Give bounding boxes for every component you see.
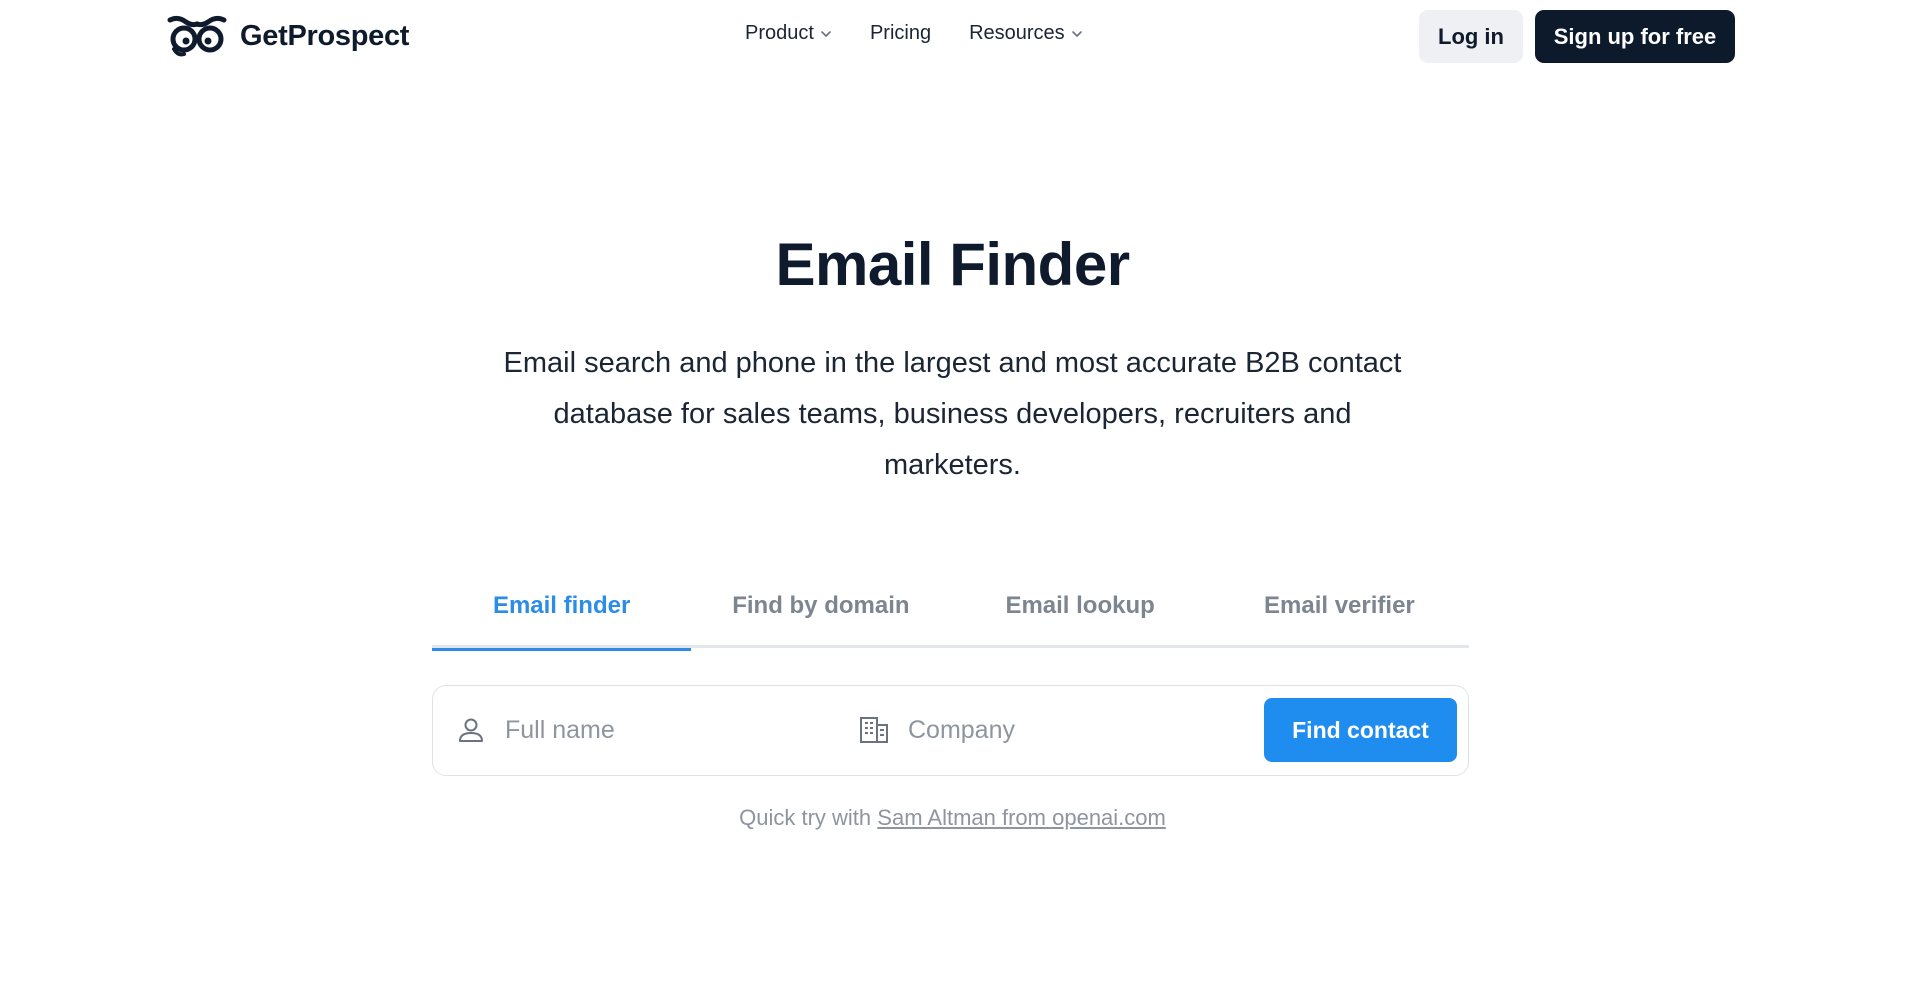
- nav-item-label: Pricing: [869, 22, 932, 44]
- logo-link[interactable]: GetProspect: [166, 14, 409, 58]
- tab-email-finder[interactable]: Email finder: [432, 584, 692, 651]
- tab-email-lookup[interactable]: Email lookup: [951, 584, 1210, 648]
- chevron-down-icon: [821, 30, 831, 37]
- quick-try: Quick try with Sam Altman from openai.co…: [0, 805, 1905, 831]
- quick-try-prefix: Quick try with: [739, 805, 872, 830]
- nav-item-product[interactable]: Product: [745, 22, 832, 45]
- search-form: Find contact: [432, 685, 1469, 776]
- owl-eyes-icon: [167, 15, 227, 57]
- page-title: Email Finder: [775, 231, 1130, 298]
- nav-item-resources[interactable]: Resources: [969, 22, 1083, 45]
- building-icon: [860, 717, 888, 743]
- find-contact-button[interactable]: Find contact: [1264, 698, 1457, 762]
- company-input[interactable]: [908, 715, 1208, 745]
- page-subtitle: Email search and phone in the largest an…: [503, 347, 1402, 481]
- site-header: GetProspect Product Pricing Resources Lo…: [0, 0, 1920, 74]
- chevron-down-icon: [1071, 30, 1082, 37]
- nav-item-label: Resources: [969, 22, 1065, 44]
- tab-find-by-domain[interactable]: Find by domain: [691, 584, 950, 648]
- tool-tabs: Email finder Find by domain Email lookup…: [432, 584, 1469, 651]
- tab-email-verifier[interactable]: Email verifier: [1210, 584, 1469, 648]
- login-button[interactable]: Log in: [1419, 10, 1523, 63]
- company-field: [858, 686, 1238, 774]
- full-name-input[interactable]: [505, 715, 805, 745]
- brand-name: GetProspect: [240, 19, 410, 52]
- full-name-field: [455, 686, 835, 774]
- nav-item-pricing[interactable]: Pricing: [870, 22, 931, 45]
- nav-item-label: Product: [745, 22, 814, 44]
- signup-button[interactable]: Sign up for free: [1535, 10, 1735, 63]
- main-nav: Product Pricing Resources: [745, 22, 1083, 45]
- quick-try-link[interactable]: Sam Altman from openai.com: [877, 805, 1166, 830]
- person-icon: [459, 718, 483, 742]
